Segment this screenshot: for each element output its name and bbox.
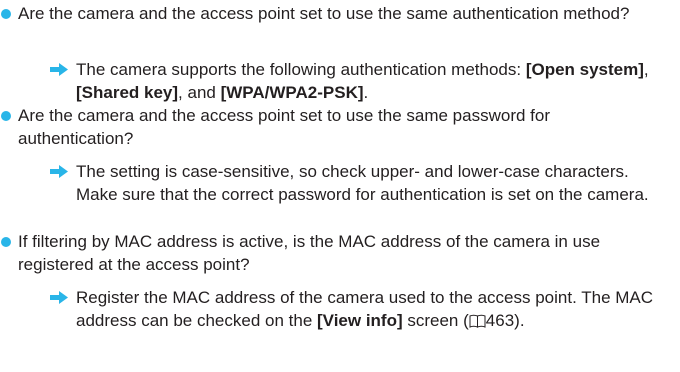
view-info-label: [View info] — [317, 311, 403, 330]
page-reference-link[interactable]: 463 — [486, 311, 514, 330]
arrow-right-icon — [50, 291, 68, 304]
option-wpa-psk: [WPA/WPA2-PSK] — [220, 83, 364, 102]
bullet-dot — [1, 237, 11, 247]
arrow-right-icon — [50, 165, 68, 178]
answer-text: Register the MAC address of the camera u… — [76, 288, 654, 330]
answer-text: The camera supports the following authen… — [76, 60, 649, 102]
bullet-dot — [1, 9, 11, 19]
question-text: Are the camera and the access point set … — [18, 106, 551, 148]
bullet-dot — [1, 111, 11, 121]
book-icon — [469, 314, 486, 328]
question-text: If filtering by MAC address is active, i… — [18, 232, 601, 274]
question-text: Are the camera and the access point set … — [18, 4, 630, 23]
answer-text: The setting is case-sensitive, so check … — [76, 162, 649, 204]
arrow-right-icon — [50, 63, 68, 76]
option-shared-key: [Shared key] — [76, 83, 179, 102]
option-open-system: [Open system] — [525, 60, 644, 79]
troubleshooting-page: Are the camera and the access point set … — [0, 0, 680, 372]
